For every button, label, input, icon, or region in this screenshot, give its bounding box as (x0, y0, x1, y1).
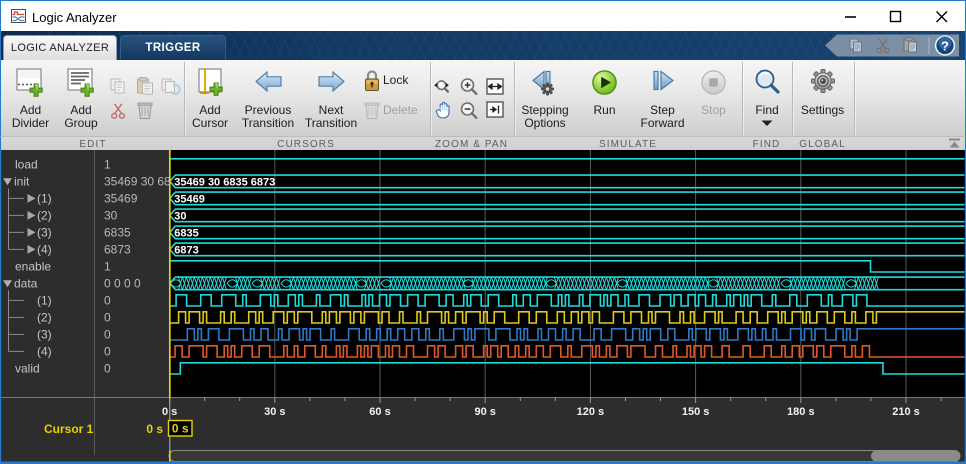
svg-text:150 s: 150 s (682, 406, 710, 418)
svg-text:load: load (15, 157, 38, 171)
svg-text:0: 0 (104, 361, 111, 375)
svg-text:1: 1 (104, 157, 111, 171)
svg-text:1: 1 (104, 259, 111, 273)
svg-text:35469: 35469 (174, 193, 205, 205)
svg-text:6835: 6835 (104, 225, 131, 239)
svg-text:enable: enable (15, 259, 51, 273)
svg-text:(4): (4) (37, 242, 52, 256)
svg-text:6835: 6835 (174, 227, 198, 239)
svg-text:0 s: 0 s (146, 422, 163, 436)
svg-text:0 s: 0 s (172, 422, 189, 436)
svg-text:90 s: 90 s (474, 406, 495, 418)
svg-text:(1): (1) (37, 191, 52, 205)
svg-text:30 s: 30 s (264, 406, 285, 418)
svg-text:6873: 6873 (174, 244, 198, 256)
svg-text:(3): (3) (37, 225, 52, 239)
svg-text:35469: 35469 (104, 191, 138, 205)
svg-text:(2): (2) (37, 310, 52, 324)
svg-text:30: 30 (104, 208, 118, 222)
svg-text:0: 0 (104, 327, 111, 341)
svg-text:0 0 0 0: 0 0 0 0 (104, 276, 141, 290)
svg-text:(4): (4) (37, 344, 52, 358)
svg-text:(2): (2) (37, 208, 52, 222)
svg-text:6873: 6873 (104, 242, 131, 256)
svg-text:(1): (1) (37, 293, 52, 307)
svg-text:valid: valid (15, 361, 40, 375)
svg-text:0: 0 (104, 344, 111, 358)
svg-text:(3): (3) (37, 327, 52, 341)
svg-text:0: 0 (104, 293, 111, 307)
svg-text:?: ? (941, 38, 949, 53)
svg-text:30: 30 (174, 210, 186, 222)
svg-text:init: init (14, 174, 30, 188)
svg-text:0: 0 (104, 310, 111, 324)
svg-text:Cursor 1: Cursor 1 (44, 422, 94, 436)
svg-text:210 s: 210 s (892, 406, 920, 418)
svg-text:180 s: 180 s (787, 406, 815, 418)
svg-text:data: data (14, 276, 38, 290)
svg-text:120 s: 120 s (577, 406, 605, 418)
svg-text:60 s: 60 s (369, 406, 390, 418)
svg-text:35469 30 6835 6873: 35469 30 6835 6873 (174, 176, 275, 188)
